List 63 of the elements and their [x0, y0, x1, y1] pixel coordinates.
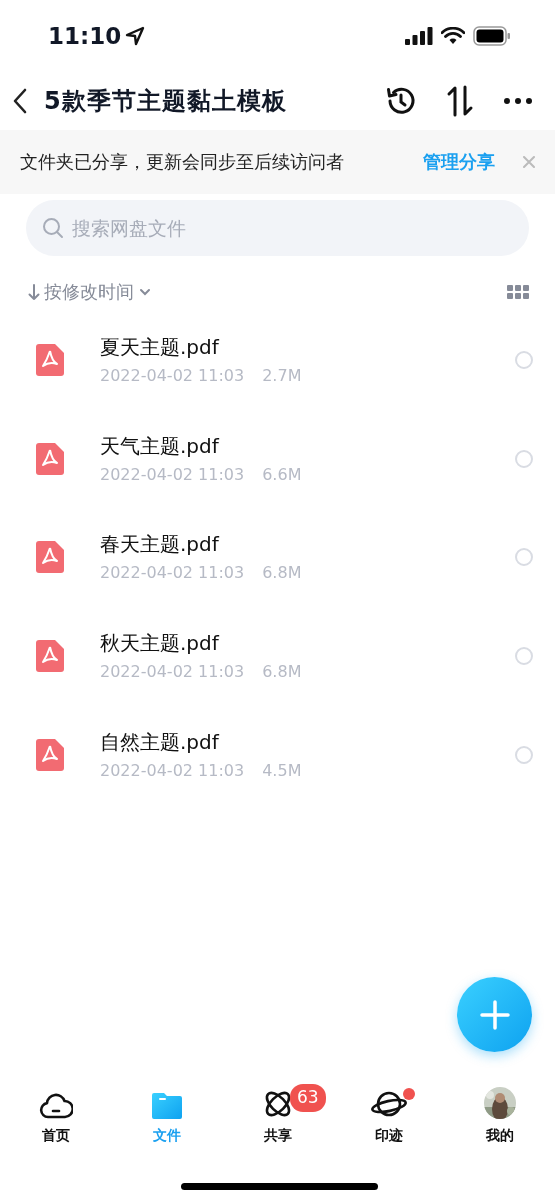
count-badge: 63	[290, 1084, 326, 1112]
add-button[interactable]	[457, 977, 532, 1052]
back-button[interactable]	[12, 88, 28, 114]
pdf-file-icon	[36, 442, 64, 475]
search-icon	[42, 217, 64, 239]
file-size: 6.8M	[262, 562, 302, 585]
more-icon	[503, 97, 533, 105]
tab-label[interactable]: 印迹	[374, 1125, 403, 1146]
file-size: 6.8M	[262, 661, 302, 684]
caret-icon	[138, 286, 152, 297]
share-notice-text: 文件夹已分享，更新会同步至后续访问者	[20, 150, 345, 174]
folder-title: 5款季节主题黏土模板	[44, 86, 288, 117]
file-size: 2.7M	[262, 365, 302, 388]
file-size: 4.5M	[262, 759, 302, 782]
down-arrow-icon	[28, 282, 40, 301]
signal-icon	[405, 27, 433, 45]
pdf-file-icon	[36, 640, 64, 673]
close-button[interactable]	[523, 156, 535, 168]
file-date: 2022-04-02 11:03	[100, 759, 245, 782]
file-row[interactable]: 天气主题.pdf 2022-04-02 11:03 6.6M	[0, 409, 555, 509]
pdf-file-icon	[36, 541, 64, 574]
grid-view-button[interactable]	[507, 284, 529, 299]
sort-dropdown[interactable]: 按修改时间	[28, 278, 152, 305]
plus-icon	[478, 998, 511, 1031]
planet-icon	[369, 1089, 408, 1119]
file-row[interactable]: 春天主题.pdf 2022-04-02 11:03 6.8M	[0, 508, 555, 607]
tab-label[interactable]: 共享	[263, 1125, 292, 1146]
pdf-file-icon	[36, 344, 64, 377]
select-checkbox[interactable]	[515, 745, 533, 764]
location-arrow-icon	[125, 26, 146, 46]
battery-icon	[473, 26, 511, 46]
select-checkbox[interactable]	[515, 351, 533, 370]
clock-time: 11:10	[48, 21, 122, 51]
file-size: 6.6M	[262, 463, 302, 486]
file-name: 秋天主题.pdf	[100, 630, 221, 658]
tab-label[interactable]: 我的	[485, 1125, 514, 1146]
file-row[interactable]: 自然主题.pdf 2022-04-02 11:03 4.5M	[0, 705, 555, 804]
close-icon	[523, 156, 535, 168]
history-icon	[385, 85, 417, 117]
pdf-file-icon	[36, 738, 64, 771]
history-button[interactable]	[385, 85, 417, 117]
file-date: 2022-04-02 11:03	[100, 562, 245, 585]
tab-label[interactable]: 首页	[41, 1125, 70, 1146]
search-field[interactable]: 搜索网盘文件	[26, 200, 529, 256]
more-button[interactable]	[503, 97, 533, 105]
file-name: 夏天主题.pdf	[100, 334, 221, 362]
file-name: 春天主题.pdf	[100, 531, 221, 559]
back-icon	[12, 88, 28, 114]
file-date: 2022-04-02 11:03	[100, 463, 245, 486]
wifi-icon	[441, 27, 465, 45]
sort-order-button[interactable]	[445, 85, 475, 117]
folder-icon	[151, 1093, 182, 1119]
select-checkbox[interactable]	[515, 449, 533, 468]
file-date: 2022-04-02 11:03	[100, 661, 245, 684]
select-checkbox[interactable]	[515, 647, 533, 666]
file-name: 自然主题.pdf	[100, 728, 221, 756]
file-name: 天气主题.pdf	[100, 432, 221, 460]
select-checkbox[interactable]	[515, 548, 533, 567]
cloud-icon	[38, 1091, 73, 1119]
grid-view-icon	[507, 284, 529, 299]
file-row[interactable]: 秋天主题.pdf 2022-04-02 11:03 6.8M	[0, 606, 555, 706]
file-date: 2022-04-02 11:03	[100, 365, 245, 388]
file-row[interactable]: 夏天主题.pdf 2022-04-02 11:03 2.7M	[0, 311, 555, 410]
